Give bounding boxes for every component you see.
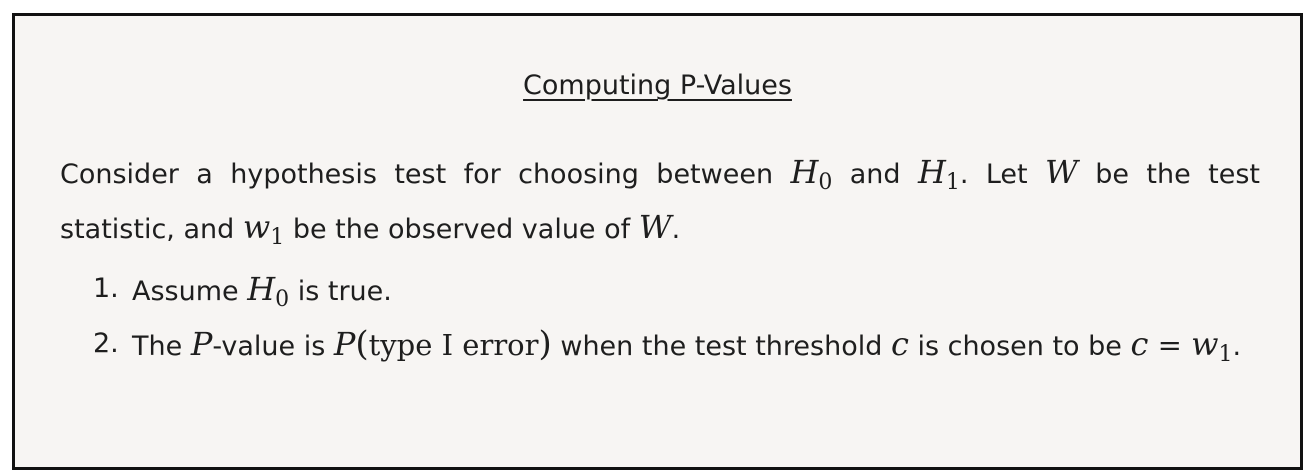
math-equals-sign: = (1148, 328, 1192, 362)
list-item: 2. The P-value is P(type I error) when th… (93, 322, 1260, 377)
math-h1-subscript: 1 (945, 170, 960, 195)
step2-text-2: -value is (212, 331, 334, 362)
step2-text-4: is chosen to be (908, 331, 1131, 362)
intro-text-2: and (832, 159, 918, 190)
step2-text-1: The (132, 331, 191, 362)
intro-paragraph: Consider a hypothesis test for choosing … (60, 150, 1260, 260)
math-w-symbol-2: W (638, 208, 672, 246)
list-item: 1. Assume H0 is true. (93, 267, 1260, 322)
math-h0-symbol: H (790, 153, 819, 191)
content-box: Computing P-Values Consider a hypothesis… (12, 13, 1303, 470)
math-c-symbol: c (890, 325, 909, 363)
math-w1-symbol: w (242, 208, 271, 246)
math-h0-symbol: H (247, 270, 276, 308)
intro-text-3: . Let (959, 159, 1045, 190)
page-title-text: Computing P-Values (523, 70, 792, 101)
math-close-paren: ) (538, 324, 552, 364)
step2-text-3: when the test threshold (551, 331, 891, 362)
math-p-symbol-2: P (333, 325, 356, 363)
math-h1-symbol: H (917, 153, 946, 191)
math-open-paren: ( (355, 324, 369, 364)
math-type-i-error: type I error (368, 328, 539, 362)
steps-list: 1. Assume H0 is true. 2. The P-value is P(… (93, 267, 1260, 377)
math-h0-subscript: 0 (275, 287, 290, 312)
intro-text-5: be the observed value of (284, 214, 639, 245)
math-w-symbol: W (1045, 153, 1078, 191)
math-p-symbol: P (190, 325, 213, 363)
list-item-number: 2. (93, 328, 119, 359)
math-w1-symbol: w (1191, 325, 1219, 363)
step2-text-5: . (1232, 331, 1242, 362)
math-w1-subscript: 1 (270, 225, 285, 250)
math-h0-subscript: 0 (818, 170, 833, 195)
intro-text-6: . (671, 214, 681, 245)
step1-text-1: Assume (132, 276, 248, 307)
page-title: Computing P-Values (15, 68, 1300, 104)
math-w1-subscript: 1 (1218, 342, 1233, 367)
step1-text-2: is true. (289, 276, 392, 307)
intro-text-1: Consider a hypothesis test for choosing … (60, 159, 791, 190)
list-item-number: 1. (93, 273, 119, 304)
math-c-symbol-2: c (1130, 325, 1149, 363)
